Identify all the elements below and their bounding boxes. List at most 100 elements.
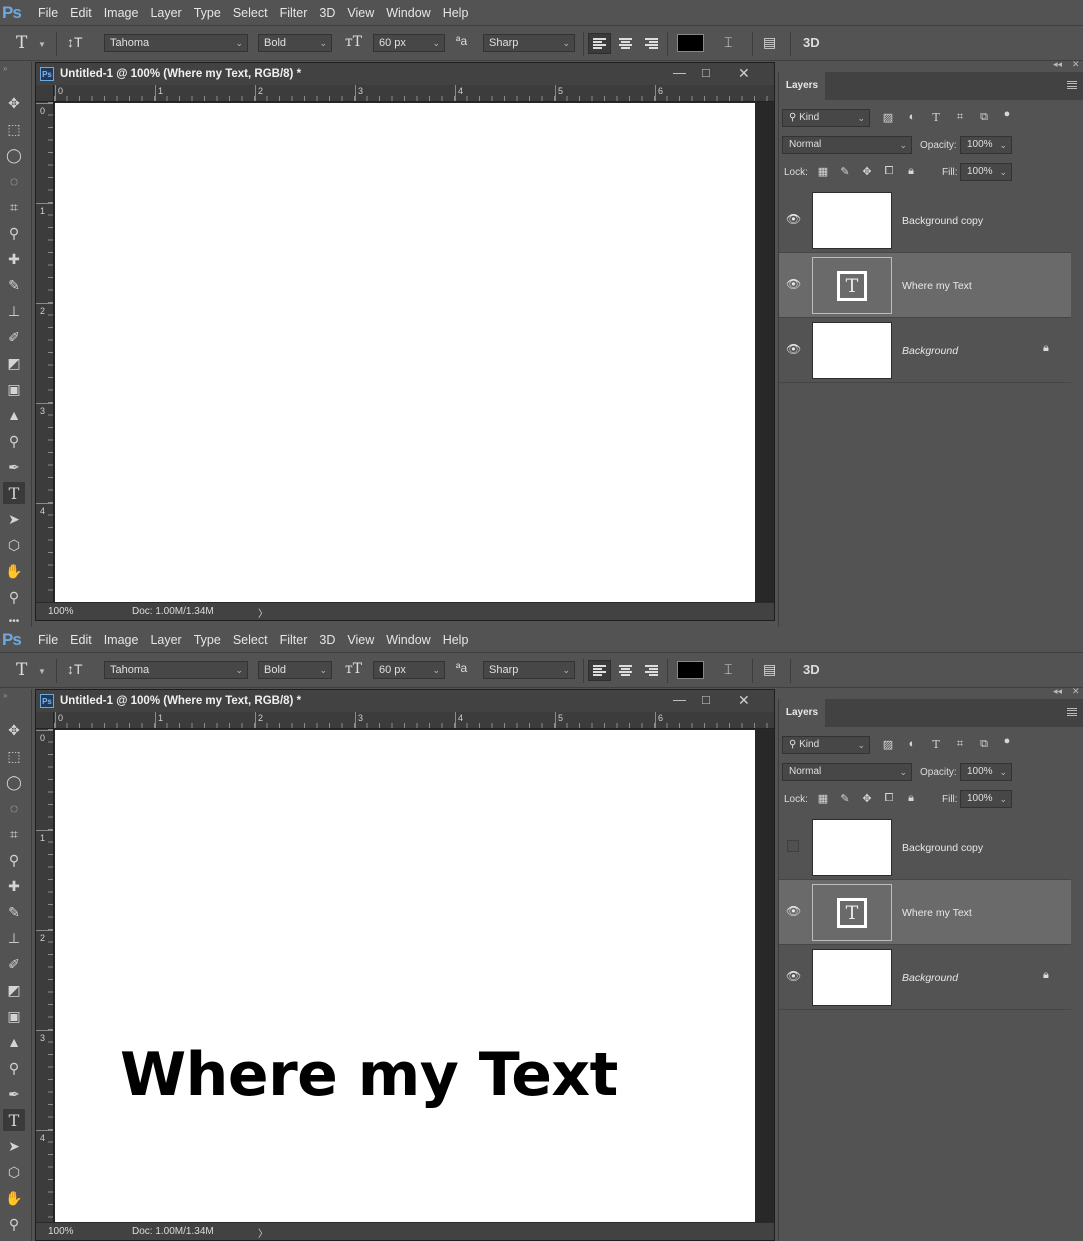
maximize-icon[interactable]: □ [702, 692, 710, 707]
healing-brush-tool-icon[interactable]: ✚ [3, 875, 25, 897]
fill-field[interactable]: 100% ⌄ [960, 163, 1012, 181]
font-style-select[interactable]: Bold ⌄ [258, 34, 332, 52]
hand-tool-icon[interactable]: ✋ [3, 1187, 25, 1209]
lock-position-icon[interactable]: ✥ [860, 165, 874, 178]
tab-layers[interactable]: Layers [779, 699, 825, 727]
quick-selection-tool-icon[interactable]: ◌ [3, 797, 25, 819]
align-left-button[interactable] [588, 660, 611, 681]
eyedropper-tool-icon[interactable]: ⚲ [3, 849, 25, 871]
align-right-button[interactable] [640, 33, 663, 54]
3d-button[interactable]: 3D [803, 662, 820, 677]
menu-window[interactable]: Window [382, 6, 434, 20]
lock-image-icon[interactable]: ✎ [838, 792, 852, 805]
more-tools-icon[interactable]: ••• [3, 610, 25, 627]
layer-row-background-copy[interactable]: 👁︎ Background copy [779, 188, 1071, 253]
menu-window[interactable]: Window [382, 633, 434, 647]
horizontal-ruler[interactable]: 0 1 2 3 4 5 6 [54, 712, 774, 729]
font-family-select[interactable]: Tahoma ⌄ [104, 34, 248, 52]
eraser-tool-icon[interactable]: ◩ [3, 352, 25, 374]
crop-tool-icon[interactable]: ⌗ [3, 196, 25, 218]
filter-adjustment-icon[interactable]: ◐ [905, 111, 919, 123]
menu-layer[interactable]: Layer [146, 633, 185, 647]
lasso-tool-icon[interactable]: ◯ [3, 144, 25, 166]
quick-selection-tool-icon[interactable]: ◌ [3, 170, 25, 192]
align-right-button[interactable] [640, 660, 663, 681]
antialias-select[interactable]: Sharp ⌄ [483, 34, 575, 52]
collapse-panels-icon[interactable]: ◂◂ [1053, 686, 1062, 697]
menu-filter[interactable]: Filter [276, 633, 312, 647]
filter-pixel-icon[interactable]: ▨ [881, 111, 895, 124]
font-size-select[interactable]: 60 px ⌄ [373, 661, 445, 679]
filter-pixel-icon[interactable]: ▨ [881, 738, 895, 751]
menu-file[interactable]: File [34, 633, 62, 647]
lock-transparent-icon[interactable]: ▦ [816, 792, 830, 805]
character-panel-icon[interactable]: ▤ [763, 661, 776, 678]
pen-tool-icon[interactable]: ✒ [3, 456, 25, 478]
panel-menu-icon[interactable] [1067, 81, 1077, 89]
lock-artboard-icon[interactable]: ⧠ [882, 792, 896, 805]
filter-smart-object-icon[interactable]: ⧉ [977, 738, 991, 751]
canvas-text-layer[interactable]: Where my Text [120, 1040, 618, 1110]
type-tool-icon[interactable]: T [3, 482, 25, 504]
menu-view[interactable]: View [343, 633, 378, 647]
filter-smart-object-icon[interactable]: ⧉ [977, 111, 991, 124]
blend-mode-select[interactable]: Normal ⌄ [782, 763, 912, 781]
panel-grip-icon[interactable]: » [3, 691, 7, 700]
close-panel-icon[interactable]: ✕ [1072, 686, 1080, 697]
crop-tool-icon[interactable]: ⌗ [3, 823, 25, 845]
blur-tool-icon[interactable]: ▲ [3, 1031, 25, 1053]
shape-tool-icon[interactable]: ⬡ [3, 534, 25, 556]
vertical-ruler[interactable]: 0 1 2 3 4 [36, 729, 54, 1230]
zoom-tool-icon[interactable]: ⚲ [3, 1213, 25, 1235]
type-tool-preset-icon[interactable]: T [16, 33, 27, 53]
gradient-tool-icon[interactable]: ▣ [3, 1005, 25, 1027]
menu-edit[interactable]: Edit [66, 6, 96, 20]
eyedropper-tool-icon[interactable]: ⚲ [3, 222, 25, 244]
menu-filter[interactable]: Filter [276, 6, 312, 20]
opacity-field[interactable]: 100% ⌄ [960, 763, 1012, 781]
blur-tool-icon[interactable]: ▲ [3, 404, 25, 426]
collapse-panels-icon[interactable]: ◂◂ [1053, 59, 1062, 70]
eye-icon[interactable]: 👁︎ [786, 343, 801, 355]
pen-tool-icon[interactable]: ✒ [3, 1083, 25, 1105]
minimize-icon[interactable]: — [673, 692, 686, 707]
close-icon[interactable]: ✕ [738, 692, 750, 709]
close-panel-icon[interactable]: ✕ [1072, 59, 1080, 70]
brush-tool-icon[interactable]: ✎ [3, 274, 25, 296]
clone-stamp-tool-icon[interactable]: ⊥ [3, 927, 25, 949]
filter-toggle-icon[interactable]: ● [1000, 108, 1014, 120]
filter-toggle-icon[interactable]: ● [1000, 735, 1014, 747]
panel-menu-icon[interactable] [1067, 708, 1077, 716]
font-style-select[interactable]: Bold ⌄ [258, 661, 332, 679]
blend-mode-select[interactable]: Normal ⌄ [782, 136, 912, 154]
menu-select[interactable]: Select [229, 633, 272, 647]
eye-icon[interactable]: 👁︎ [786, 213, 801, 225]
lock-image-icon[interactable]: ✎ [838, 165, 852, 178]
menu-select[interactable]: Select [229, 6, 272, 20]
warp-text-icon[interactable]: ⌶ [724, 661, 732, 678]
menu-3d[interactable]: 3D [315, 633, 339, 647]
dodge-tool-icon[interactable]: ⚲ [3, 1057, 25, 1079]
lasso-tool-icon[interactable]: ◯ [3, 771, 25, 793]
eraser-tool-icon[interactable]: ◩ [3, 979, 25, 1001]
lock-position-icon[interactable]: ✥ [860, 792, 874, 805]
text-color-swatch[interactable] [677, 34, 704, 52]
eye-icon[interactable]: 👁︎ [786, 278, 801, 290]
align-left-button[interactable] [588, 33, 611, 54]
canvas[interactable]: Where my Text [55, 730, 755, 1222]
filter-adjustment-icon[interactable]: ◐ [905, 738, 919, 750]
zoom-tool-icon[interactable]: ⚲ [3, 586, 25, 608]
layer-row-background[interactable]: 👁︎ Background 🔒︎ [779, 318, 1071, 383]
toggle-orientation-icon[interactable]: ↕T [67, 661, 83, 677]
tab-layers[interactable]: Layers [779, 72, 825, 100]
menu-image[interactable]: Image [100, 633, 143, 647]
chevron-down-icon[interactable]: ▼ [38, 667, 46, 676]
move-tool-icon[interactable]: ✥ [3, 719, 25, 741]
horizontal-ruler[interactable]: 0 1 2 3 4 5 6 [54, 85, 774, 102]
chevron-right-icon[interactable]: 〉 [258, 605, 268, 620]
ruler-origin[interactable] [36, 85, 54, 102]
maximize-icon[interactable]: □ [702, 65, 710, 80]
eye-icon[interactable]: 👁︎ [786, 970, 801, 982]
menu-help[interactable]: Help [439, 6, 473, 20]
minimize-icon[interactable]: — [673, 65, 686, 80]
